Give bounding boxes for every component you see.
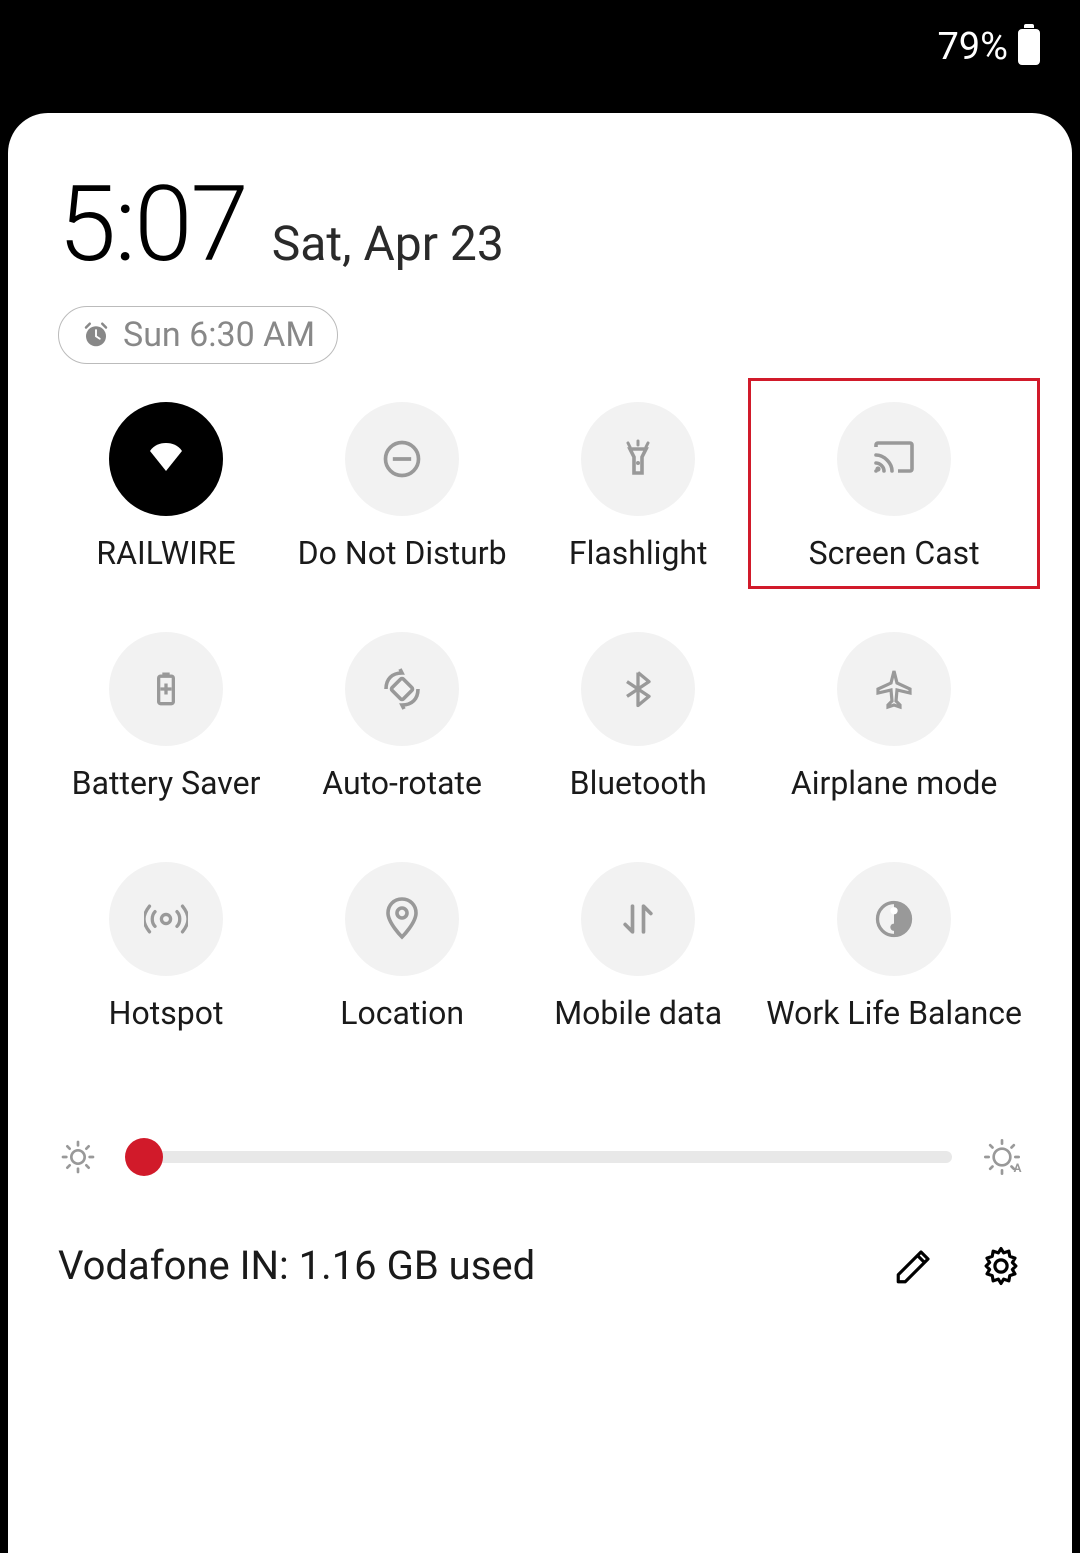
tile-circle-mobile-data: [581, 862, 695, 976]
airplane-icon: [870, 665, 918, 713]
alarm-label: Sun 6:30 AM: [123, 315, 315, 355]
edit-icon[interactable]: [893, 1245, 935, 1287]
dnd-icon: [380, 437, 424, 481]
tile-circle-flashlight: [581, 402, 695, 516]
battery-icon: [1018, 29, 1040, 65]
tile-mobile-data[interactable]: Mobile data: [530, 862, 746, 1032]
tile-label: Airplane mode: [791, 764, 998, 802]
tile-battery-saver[interactable]: Battery Saver: [58, 632, 274, 802]
brightness-slider-row: A: [58, 1137, 1022, 1177]
brightness-auto-icon[interactable]: A: [982, 1137, 1022, 1177]
tile-airplane-mode[interactable]: Airplane mode: [766, 632, 1022, 802]
tile-screen-cast[interactable]: Screen Cast: [766, 402, 1022, 572]
brightness-low-icon: [58, 1137, 98, 1177]
tile-flashlight[interactable]: Flashlight: [530, 402, 746, 572]
tile-hotspot[interactable]: Hotspot: [58, 862, 274, 1032]
tile-circle-airplane: [837, 632, 951, 746]
cast-icon: [870, 435, 918, 483]
brightness-slider[interactable]: [128, 1151, 952, 1163]
footer-icons: [893, 1245, 1022, 1287]
tile-label: Hotspot: [109, 994, 224, 1032]
tile-label: Bluetooth: [570, 764, 707, 802]
battery-status: 79%: [937, 25, 1040, 69]
svg-text:A: A: [1014, 1161, 1022, 1175]
tile-circle-location: [345, 862, 459, 976]
tile-label: RAILWIRE: [96, 534, 235, 572]
tile-work-life-balance[interactable]: Work Life Balance: [766, 862, 1022, 1032]
alarm-clock-icon: [81, 320, 111, 350]
footer-row: Vodafone IN: 1.16 GB used: [58, 1242, 1022, 1289]
battery-percent-label: 79%: [937, 25, 1008, 69]
alarm-chip[interactable]: Sun 6:30 AM: [58, 306, 338, 364]
battery-saver-icon: [144, 667, 188, 711]
hotspot-icon: [144, 897, 188, 941]
time-date-row: 5:07 Sat, Apr 23: [58, 163, 1022, 286]
location-icon: [378, 895, 426, 943]
tile-label: Flashlight: [569, 534, 708, 572]
tile-label: Screen Cast: [809, 534, 980, 572]
tile-circle-cast: [837, 402, 951, 516]
tile-bluetooth[interactable]: Bluetooth: [530, 632, 746, 802]
brightness-slider-thumb[interactable]: [125, 1138, 163, 1176]
quick-settings-panel: 5:07 Sat, Apr 23 Sun 6:30 AM RAILWIRE: [8, 113, 1072, 1553]
tile-dnd[interactable]: Do Not Disturb: [294, 402, 510, 572]
clock-time[interactable]: 5:07: [58, 163, 247, 286]
settings-gear-icon[interactable]: [980, 1245, 1022, 1287]
tile-label: Location: [340, 994, 464, 1032]
quick-settings-grid: RAILWIRE Do Not Disturb Flashlight: [58, 402, 1022, 1032]
tile-circle-dnd: [345, 402, 459, 516]
tile-label: Auto-rotate: [322, 764, 482, 802]
tile-circle-battery-saver: [109, 632, 223, 746]
tile-location[interactable]: Location: [294, 862, 510, 1032]
tile-label: Work Life Balance: [766, 994, 1022, 1032]
tile-circle-hotspot: [109, 862, 223, 976]
flashlight-icon: [614, 435, 662, 483]
status-bar: 79%: [0, 0, 1080, 113]
work-life-icon: [872, 897, 916, 941]
tile-auto-rotate[interactable]: Auto-rotate: [294, 632, 510, 802]
tile-wifi[interactable]: RAILWIRE: [58, 402, 274, 572]
tile-label: Mobile data: [554, 994, 722, 1032]
mobile-data-icon: [616, 897, 660, 941]
data-usage-label[interactable]: Vodafone IN: 1.16 GB used: [58, 1242, 535, 1289]
auto-rotate-icon: [378, 665, 426, 713]
tile-circle-auto-rotate: [345, 632, 459, 746]
clock-date[interactable]: Sat, Apr 23: [272, 215, 504, 272]
tile-label: Do Not Disturb: [298, 534, 507, 572]
bluetooth-icon: [616, 667, 660, 711]
tile-circle-bluetooth: [581, 632, 695, 746]
tile-circle-wifi: [109, 402, 223, 516]
tile-label: Battery Saver: [72, 764, 261, 802]
tile-circle-work-life: [837, 862, 951, 976]
wifi-icon: [142, 435, 190, 483]
